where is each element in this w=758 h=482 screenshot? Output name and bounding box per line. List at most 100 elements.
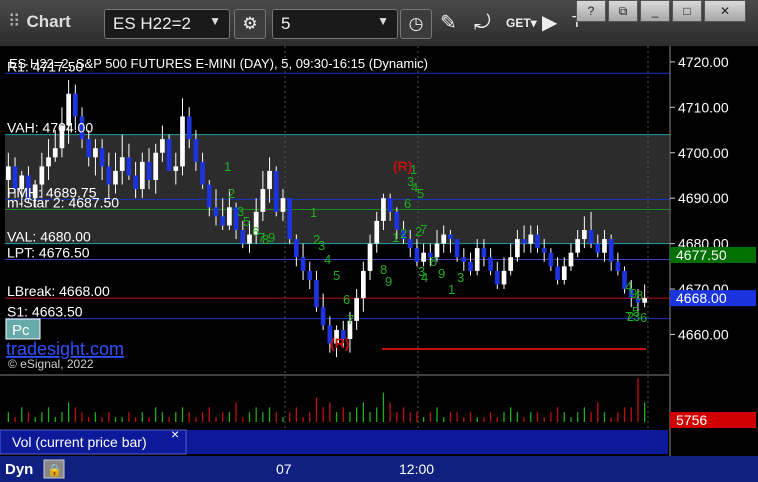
td-count: 9: [268, 230, 275, 245]
candle-body: [287, 198, 293, 240]
clock-button[interactable]: ◷: [400, 9, 432, 39]
window-controls: ? ⧉ _ □ ✕: [576, 0, 746, 22]
close-volume-icon[interactable]: ×: [171, 426, 179, 442]
candle-body: [46, 157, 51, 167]
get-button[interactable]: GET▾: [506, 9, 537, 37]
symbol-combobox[interactable]: ES H22=2 ▼: [104, 9, 230, 39]
chart-title: ⠿ Chart: [8, 12, 71, 32]
reversal-mark: (R): [330, 335, 349, 351]
candle-body: [300, 257, 306, 271]
chart-area[interactable]: (R) (R) 1 2 3 5 6 7 8 9 1 2 3 4 5 6 7 8 9 1 2 3 4 5 6 7 8 9 1 3 4 5 6 7 8 9…: [0, 46, 758, 482]
candle-body: [367, 243, 373, 271]
candle-body: [515, 239, 520, 258]
time-axis-bar: [0, 456, 758, 482]
clock-icon: ◷: [408, 14, 424, 33]
candle-body: [193, 139, 199, 162]
tradesight-watermark[interactable]: tradesight.com: [6, 339, 124, 359]
candle-body: [474, 248, 480, 271]
maximize-button[interactable]: □: [672, 0, 702, 22]
td-count: 6: [343, 292, 350, 307]
candle-body: [267, 170, 272, 190]
candle-body: [227, 207, 232, 226]
interval-combobox[interactable]: 5 ▼: [272, 9, 398, 39]
td-count: 4: [324, 252, 331, 267]
td-count: 3: [457, 270, 464, 285]
help-button[interactable]: ?: [576, 0, 606, 22]
candle-body: [374, 220, 380, 244]
draw-pencil-button[interactable]: ✎: [440, 9, 457, 37]
candle-body: [394, 211, 400, 230]
td-count: 5: [417, 186, 424, 201]
pencil-icon: ✎: [440, 12, 457, 34]
candle-body: [548, 252, 554, 267]
candle-body: [99, 148, 105, 167]
dropdown-arrow-icon: ▼: [209, 14, 221, 28]
candle-body: [314, 279, 319, 308]
td-count: 1: [224, 159, 231, 174]
candle-body: [146, 161, 152, 181]
td-count: 7: [347, 312, 354, 327]
pane-separator: [0, 374, 670, 376]
level-label: m-Star 2: 4687.50: [7, 195, 119, 211]
td-count: 9: [385, 274, 392, 289]
level-label: S1: 4663.50: [7, 304, 83, 320]
chart-svg[interactable]: (R)(R)123567891234567891 234567891345 6789…: [0, 46, 758, 482]
settings-gear-button[interactable]: ⚙: [234, 9, 266, 39]
level-label: VAH: 4704.00: [7, 120, 93, 136]
candle-body: [602, 239, 607, 253]
candle-body: [93, 148, 98, 158]
candle-body: [588, 229, 594, 244]
candle-body: [615, 261, 621, 271]
td-count: 5: [333, 268, 340, 283]
get-icon: GET▾: [506, 16, 537, 30]
y-tick-label: 4690.00: [678, 190, 729, 206]
candle-body: [461, 257, 467, 262]
candle-body: [441, 234, 447, 244]
td-count: 9: [630, 286, 637, 301]
candle-body: [186, 116, 192, 140]
price-axis: 4720.004710.004700.004690.004680.004670.…: [669, 46, 758, 456]
candle-body: [454, 239, 460, 258]
candle-body: [320, 307, 326, 326]
grip-icon: ⠿: [8, 12, 21, 31]
candle-body: [133, 175, 138, 190]
restore-layout-button[interactable]: ⧉: [608, 0, 638, 22]
study-curve-icon: ⤾: [474, 12, 491, 34]
interval-value: 5: [281, 14, 291, 33]
play-button[interactable]: ▶: [542, 9, 557, 37]
candle-body: [119, 157, 125, 171]
candle-body: [575, 239, 581, 253]
minimize-button[interactable]: _: [640, 0, 670, 22]
td-count: 9: [438, 266, 445, 281]
y-tick-label: 4660.00: [678, 326, 729, 342]
volume-value-label: 5756: [676, 412, 707, 428]
last-price-label: 4668.00: [676, 290, 727, 306]
studies-button[interactable]: ⤾: [474, 9, 491, 37]
candle-body: [213, 207, 219, 217]
candle-body: [360, 270, 366, 299]
candle-body: [139, 161, 145, 190]
candle-body: [173, 166, 179, 171]
td-count: 6: [640, 310, 647, 325]
candle-body: [113, 170, 118, 185]
symbol-value: ES H22=2: [113, 14, 191, 33]
y-tick-label: 4710.00: [678, 99, 729, 115]
plot-background: [0, 46, 670, 456]
value-area-band: [5, 134, 669, 244]
candle-body: [541, 248, 547, 253]
td-count: 1: [310, 205, 317, 220]
x-label-07: 07: [276, 461, 292, 477]
td-count: 6: [404, 196, 411, 211]
candle-body: [555, 266, 560, 280]
td-count: 2: [228, 186, 235, 201]
lock-scale-icon: 🔒: [47, 463, 62, 477]
candle-body: [488, 257, 493, 271]
td-count: 5: [243, 214, 250, 229]
td-count: 1: [392, 230, 399, 245]
volume-label-strip: [186, 430, 668, 454]
close-window-button[interactable]: ✕: [704, 0, 746, 22]
candle-body: [521, 239, 527, 244]
td-count: 2: [400, 226, 407, 241]
level-label: LPT: 4676.50: [7, 245, 90, 261]
td-count: 3: [633, 309, 640, 324]
